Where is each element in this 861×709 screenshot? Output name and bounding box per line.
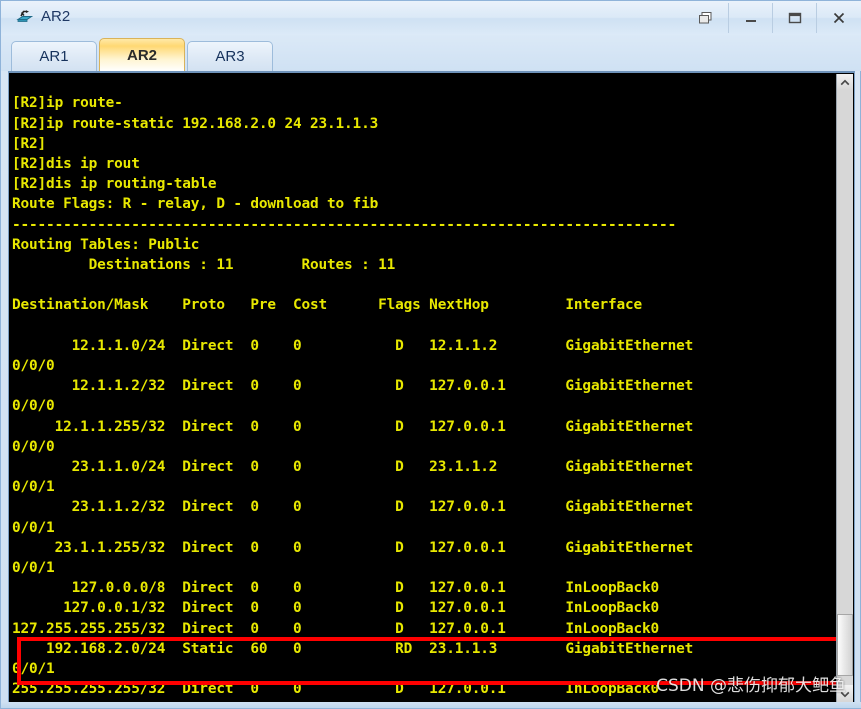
cli-terminal-frame[interactable]: [R2]ip route- [R2]ip route-static 192.16… xyxy=(8,71,855,703)
window-controls xyxy=(684,3,860,33)
title-bar: AR2 xyxy=(1,1,861,35)
title-bar-left: AR2 xyxy=(15,6,70,26)
tab-ar3-label: AR3 xyxy=(215,48,245,65)
scrollbar-thumb[interactable] xyxy=(837,614,853,676)
restore-window-button[interactable] xyxy=(684,3,728,33)
tab-ar1[interactable]: AR1 xyxy=(11,41,97,71)
scrollbar-down-arrow-icon[interactable] xyxy=(837,685,853,702)
terminal-scrollbar[interactable] xyxy=(836,74,853,702)
tab-ar1-label: AR1 xyxy=(39,48,69,65)
router-icon xyxy=(15,6,35,26)
window-title: AR2 xyxy=(41,7,71,25)
close-window-button[interactable] xyxy=(816,3,860,33)
ensp-router-cli-window: AR2 AR1 AR2 AR3 [R2]ip route- [R2]ip rou… xyxy=(0,0,861,709)
window-bottom-edge xyxy=(1,702,861,708)
tab-ar2-label: AR2 xyxy=(126,46,157,64)
device-tab-list: AR1 AR2 AR3 xyxy=(11,38,275,71)
cli-terminal-output[interactable]: [R2]ip route- [R2]ip route-static 192.16… xyxy=(9,87,837,702)
scrollbar-up-arrow-icon[interactable] xyxy=(837,74,853,91)
tab-ar2[interactable]: AR2 xyxy=(99,38,185,71)
tab-ar3[interactable]: AR3 xyxy=(187,41,273,71)
maximize-window-button[interactable] xyxy=(772,3,816,33)
minimize-window-button[interactable] xyxy=(728,3,772,33)
device-tab-strip: AR1 AR2 AR3 xyxy=(1,35,861,71)
